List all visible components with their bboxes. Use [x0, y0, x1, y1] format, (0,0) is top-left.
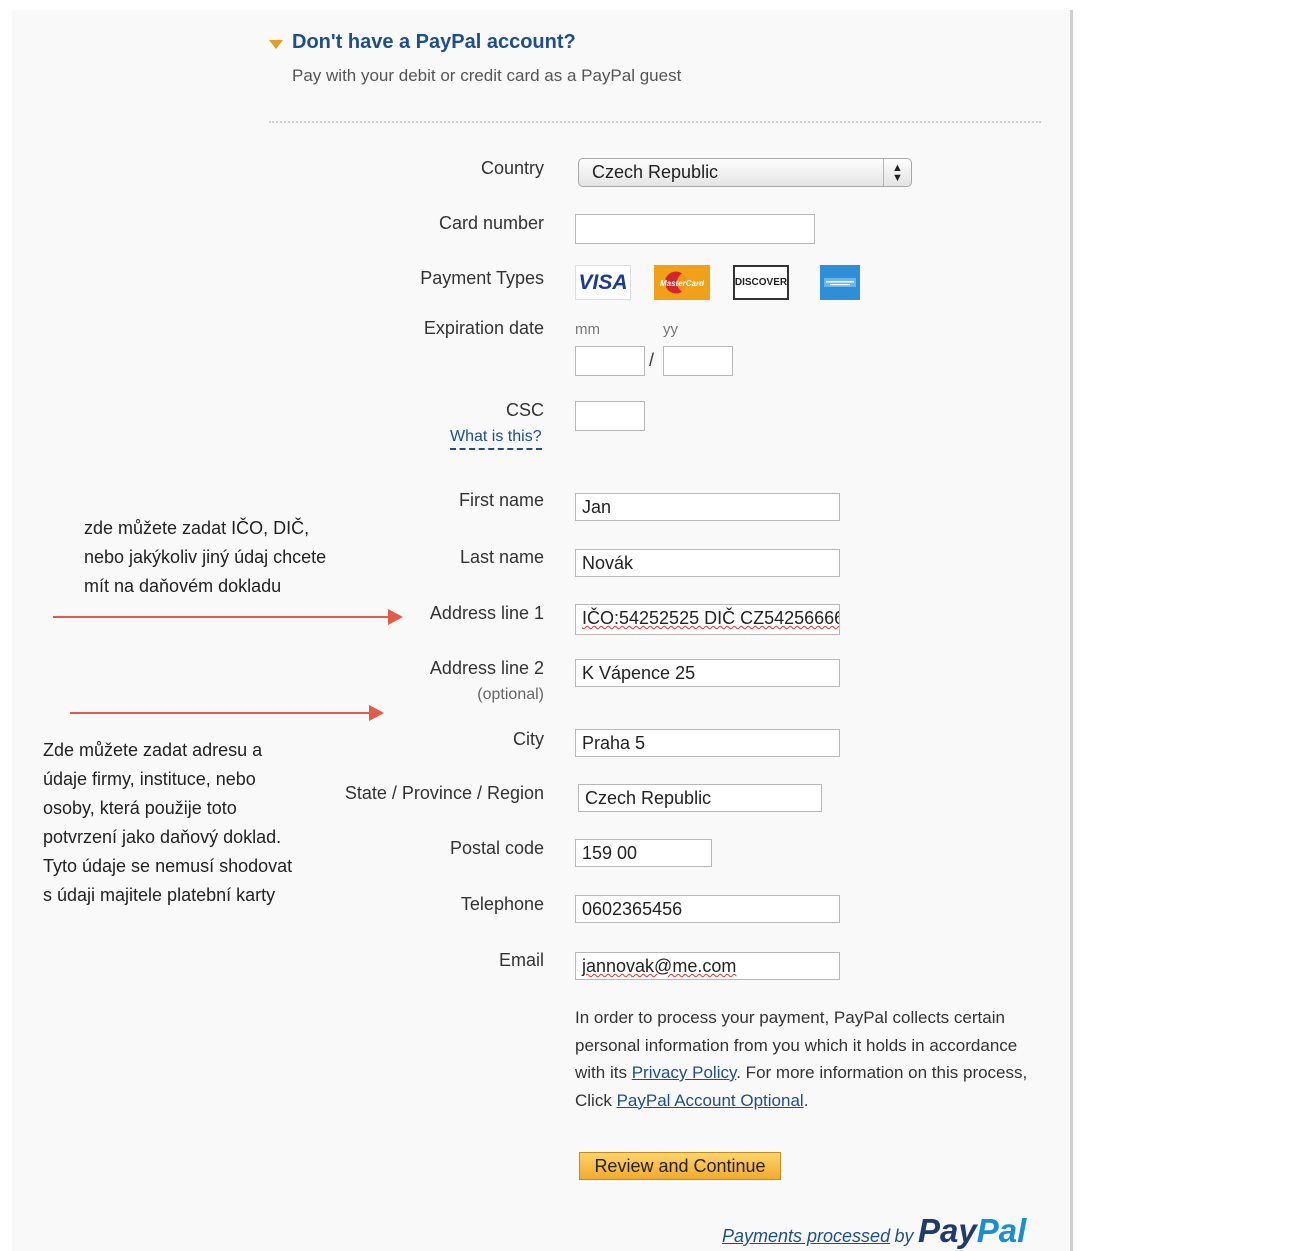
visa-card-icon: VISA	[575, 265, 631, 300]
annotation-note-2: Zde můžete zadat adresu a údaje firmy, i…	[43, 736, 292, 910]
annotation-note-2-line: Tyto údaje se nemusí shodovat	[43, 856, 293, 876]
annotation-arrow-1	[53, 609, 403, 625]
paypal-account-optional-link[interactable]: PayPal Account Optional	[617, 1091, 804, 1110]
mastercard-text: MasterCard	[660, 279, 705, 288]
mastercard-card-icon: MasterCard	[654, 265, 710, 300]
state-input[interactable]: Czech Republic	[578, 784, 822, 812]
last-name-input[interactable]: Novák	[575, 549, 840, 577]
payments-processed-link[interactable]: Payments processed	[722, 1226, 890, 1246]
annotation-note-2-line: Zde můžete zadat adresu a	[43, 740, 263, 760]
annotation-note-2-line: s údaji majitele platební karty	[43, 885, 276, 905]
card-number-label: Card number	[438, 213, 544, 233]
address-line2-optional: (optional)	[477, 686, 544, 703]
exp-month-input[interactable]	[575, 346, 645, 376]
csc-help-link[interactable]: What is this?	[450, 428, 542, 450]
exp-year-input[interactable]	[663, 346, 733, 376]
address-line1-value: IČO:54252525 DIČ CZ54256666	[582, 608, 840, 628]
annotation-note-2-line: osoby, která použije toto	[43, 798, 237, 818]
vertical-divider	[1070, 10, 1073, 1251]
address-line2-input[interactable]: K Vápence 25	[575, 659, 840, 687]
section-subtitle: Pay with your debit or credit card as a …	[292, 66, 682, 85]
annotation-note-1-line: nebo jakýkoliv jiný údaj chcete	[84, 547, 327, 567]
review-and-continue-button[interactable]: Review and Continue	[579, 1152, 781, 1180]
annotation-note-2-line: údaje firmy, instituce, nebo	[43, 769, 256, 789]
section-title[interactable]: Don't have a PayPal account?	[292, 31, 576, 54]
annotation-arrow-2	[70, 705, 384, 721]
privacy-info-text: .	[803, 1090, 809, 1110]
csc-label: CSC	[505, 400, 544, 420]
annotation-note-1: zde můžete zadat IČO, DIČ, nebo jakýkoli…	[84, 514, 326, 601]
discover-card-icon: DISCOVER	[733, 265, 789, 300]
annotation-note-1-line: mít na daňovém dokladu	[84, 576, 282, 596]
card-number-input[interactable]	[575, 214, 815, 244]
postal-code-input[interactable]: 159 00	[575, 839, 712, 867]
first-name-label: First name	[458, 490, 544, 510]
footer-by: by	[894, 1226, 914, 1246]
email-label: Email	[498, 950, 544, 970]
paypal-logo: PayPal	[918, 1212, 1026, 1249]
expiration-label: Expiration date	[423, 318, 544, 338]
payment-types-label: Payment Types	[420, 268, 544, 288]
privacy-policy-link[interactable]: Privacy Policy	[632, 1063, 737, 1082]
telephone-input[interactable]: 0602365456	[575, 895, 840, 923]
first-name-input[interactable]: Jan	[575, 493, 840, 521]
exp-mm-hint: mm	[575, 321, 600, 338]
paypal-logo-pal: Pal	[976, 1212, 1027, 1249]
address-line2-label: Address line 2	[429, 658, 544, 678]
exp-yy-hint: yy	[663, 321, 678, 338]
expand-triangle-icon[interactable]	[269, 40, 283, 49]
exp-separator: /	[649, 350, 655, 370]
amex-card-icon	[820, 265, 860, 300]
csc-input[interactable]	[575, 401, 645, 431]
privacy-info: In order to process your payment, PayPal…	[575, 1004, 1045, 1114]
country-select-value: Czech Republic	[592, 162, 719, 182]
email-value: jannovak@me.com	[582, 956, 737, 976]
country-label: Country	[480, 158, 544, 178]
annotation-note-1-line: zde můžete zadat IČO, DIČ,	[84, 518, 310, 538]
email-input[interactable]: jannovak@me.com	[575, 952, 840, 980]
address-line1-input[interactable]: IČO:54252525 DIČ CZ54256666	[575, 604, 840, 635]
city-input[interactable]: Praha 5	[575, 729, 840, 757]
select-arrows-icon: ▲ ▼	[883, 159, 911, 186]
paypal-logo-pay: Pay	[918, 1212, 977, 1249]
annotation-note-2-line: potvrzení jako daňový doklad.	[43, 827, 282, 847]
dotted-divider	[269, 121, 1041, 123]
paypal-footer: Payments processed by PayPal	[722, 1212, 1026, 1250]
country-select[interactable]: Czech Republic ▲ ▼	[578, 158, 912, 187]
